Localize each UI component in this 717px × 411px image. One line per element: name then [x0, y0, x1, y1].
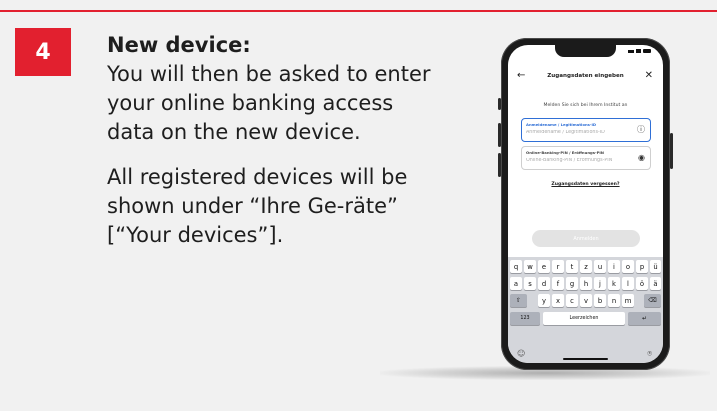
pin-label: Online-Banking-PIN / Eröffnungs-PIN	[526, 150, 604, 155]
step-title: New device:	[107, 33, 251, 57]
key[interactable]: m	[622, 294, 634, 307]
close-icon[interactable]: ✕	[645, 70, 653, 82]
key[interactable]: g	[566, 277, 578, 290]
keyboard-row-1: q w e r t z u i o p ü	[508, 260, 663, 274]
numbers-key[interactable]: 123	[510, 312, 540, 325]
key[interactable]: w	[524, 260, 536, 273]
username-input[interactable]	[526, 130, 630, 135]
on-screen-keyboard: q w e r t z u i o p ü a s d f g h j k l …	[508, 257, 663, 363]
pin-input[interactable]	[526, 158, 630, 163]
key[interactable]: s	[524, 277, 536, 290]
key[interactable]: h	[580, 277, 592, 290]
key[interactable]: t	[566, 260, 578, 273]
return-icon[interactable]: ↵	[628, 312, 661, 325]
space-key[interactable]: Leerzeichen	[543, 312, 625, 325]
key[interactable]: ä	[650, 277, 661, 290]
instruction-paragraph-1: You will then be asked to enter your onl…	[107, 62, 431, 144]
key[interactable]: ü	[650, 260, 661, 273]
keyboard-row-3: ⇧ y x c v b n m ⌫	[508, 294, 663, 308]
home-indicator	[563, 358, 608, 360]
instruction-text: New device: You will then be asked to en…	[107, 31, 437, 250]
key[interactable]: e	[538, 260, 550, 273]
key[interactable]: b	[594, 294, 606, 307]
key[interactable]: i	[608, 260, 620, 273]
key[interactable]: d	[538, 277, 550, 290]
phone-screen: ← Zugangsdaten eingeben ✕ Melden Sie sic…	[508, 45, 663, 363]
instruction-paragraph-2: All registered devices will be shown und…	[107, 165, 408, 247]
emoji-icon[interactable]: ☺	[517, 349, 525, 358]
step-number-badge: 4	[15, 28, 71, 76]
key[interactable]: x	[552, 294, 564, 307]
username-field[interactable]: Anmeldename / Legitimations-ID ⓘ	[521, 118, 651, 142]
key[interactable]: ö	[636, 277, 648, 290]
key[interactable]: l	[622, 277, 634, 290]
pin-field[interactable]: Online-Banking-PIN / Eröffnungs-PIN ◉	[521, 146, 651, 170]
mute-switch	[498, 98, 501, 110]
instruction-card: 4 New device: You will then be asked to …	[0, 0, 717, 411]
key[interactable]: o	[622, 260, 634, 273]
smartphone: ← Zugangsdaten eingeben ✕ Melden Sie sic…	[498, 38, 673, 370]
key[interactable]: q	[510, 260, 522, 273]
backspace-icon[interactable]: ⌫	[644, 294, 661, 307]
shift-icon[interactable]: ⇧	[510, 294, 527, 307]
power-button	[670, 133, 673, 169]
notch	[555, 45, 616, 57]
key[interactable]: k	[608, 277, 620, 290]
key[interactable]: z	[580, 260, 592, 273]
eye-icon[interactable]: ◉	[638, 153, 645, 162]
screen-title: Zugangsdaten eingeben	[547, 73, 624, 79]
username-label: Anmeldename / Legitimations-ID	[526, 122, 597, 127]
microphone-icon[interactable]: ⍟	[647, 349, 652, 359]
volume-up-button	[498, 123, 501, 147]
login-button[interactable]: Anmelden	[532, 230, 640, 247]
info-icon[interactable]: ⓘ	[637, 125, 645, 134]
key[interactable]: u	[594, 260, 606, 273]
key[interactable]: c	[566, 294, 578, 307]
key[interactable]: v	[580, 294, 592, 307]
key[interactable]: n	[608, 294, 620, 307]
forgot-credentials-link[interactable]: Zugangsdaten vergessen?	[508, 182, 663, 187]
key[interactable]: f	[552, 277, 564, 290]
keyboard-row-2: a s d f g h j k l ö ä	[508, 277, 663, 291]
nav-bar: ← Zugangsdaten eingeben ✕	[508, 67, 663, 87]
key[interactable]: j	[594, 277, 606, 290]
login-subtitle: Melden Sie sich bei Ihrem Institut an	[543, 103, 628, 108]
key[interactable]: y	[538, 294, 550, 307]
key[interactable]: p	[636, 260, 648, 273]
key[interactable]: r	[552, 260, 564, 273]
status-icons	[628, 49, 651, 53]
top-divider	[0, 10, 717, 12]
keyboard-row-4: 123 Leerzeichen ↵	[508, 312, 663, 326]
key[interactable]: a	[510, 277, 522, 290]
volume-down-button	[498, 153, 501, 177]
